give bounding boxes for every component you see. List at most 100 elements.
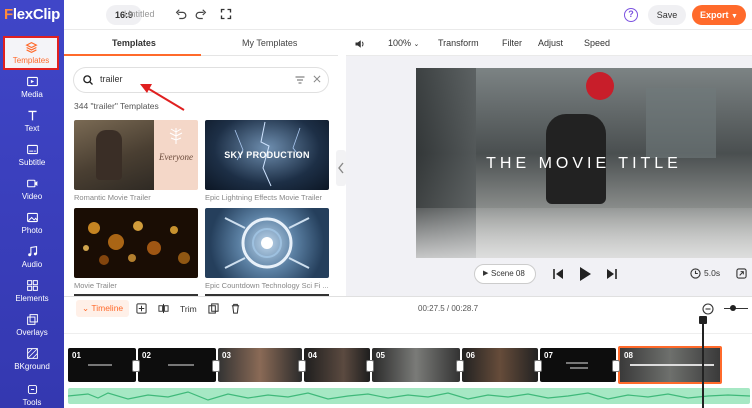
export-button[interactable]: Export ▼ — [692, 5, 746, 25]
duplicate-icon[interactable] — [208, 303, 219, 314]
filter-icon[interactable] — [294, 74, 306, 86]
sidebar-item-photo[interactable]: Photo — [0, 206, 64, 240]
transform-button[interactable]: Transform — [438, 38, 479, 48]
timeline-clip[interactable]: 02 — [138, 348, 216, 382]
transition-handle[interactable] — [298, 360, 306, 372]
sidebar-item-text[interactable]: Text — [0, 104, 64, 138]
top-bar: 16:9 Untitled ? Save Export ▼ — [64, 0, 752, 30]
help-icon[interactable]: ? — [624, 8, 638, 22]
zoom-slider-handle[interactable] — [730, 305, 736, 311]
clip-number: 06 — [466, 351, 475, 360]
transition-handle[interactable] — [132, 360, 140, 372]
timeline-toggle[interactable]: ⌄ Timeline — [76, 300, 130, 317]
sidebar-item-audio[interactable]: Audio — [0, 240, 64, 274]
movie-title-text[interactable]: THE MOVIE TITLE — [416, 155, 752, 173]
transition-handle[interactable] — [366, 360, 374, 372]
tab-my-templates[interactable]: My Templates — [242, 38, 297, 48]
audio-waveform — [68, 391, 750, 401]
template-thumb-countdown[interactable] — [205, 208, 329, 278]
sidebar-item-label: Elements — [15, 294, 49, 303]
red-balloon — [586, 72, 614, 100]
template-caption: Epic Lightning Effects Movie Trailer — [205, 193, 323, 202]
redo-icon[interactable] — [194, 8, 208, 22]
collapse-panel-handle[interactable] — [336, 150, 346, 186]
fullscreen-icon[interactable] — [220, 8, 232, 20]
template-thumb-romantic[interactable]: Everyone — [74, 120, 198, 190]
templates-panel: Templates My Templates trailer 344 "trai… — [64, 30, 338, 296]
template-caption: Romantic Movie Trailer — [74, 193, 151, 202]
leaf-icon — [166, 126, 186, 146]
clock-icon — [690, 268, 701, 279]
scene-selector-button[interactable]: ▶ Scene 08 — [474, 264, 536, 284]
sidebar-item-video[interactable]: Video — [0, 172, 64, 206]
timeline-clip[interactable]: 07 — [540, 348, 616, 382]
filter-button[interactable]: Filter — [502, 38, 522, 48]
transition-handle[interactable] — [612, 360, 620, 372]
zoom-select[interactable]: 100% ⌄ — [388, 38, 419, 48]
sidebar: FlexClip Templates Media Text Subtitle V… — [0, 0, 64, 408]
sidebar-item-media[interactable]: Media — [0, 70, 64, 104]
playhead-handle[interactable] — [699, 316, 707, 324]
sidebar-item-overlays[interactable]: Overlays — [0, 308, 64, 342]
sidebar-item-label: BKground — [14, 362, 50, 371]
timeline-clip[interactable]: 01 — [68, 348, 136, 382]
volume-icon[interactable] — [354, 38, 366, 50]
delete-icon[interactable] — [230, 303, 241, 314]
tab-templates[interactable]: Templates — [112, 38, 156, 48]
photo-icon — [26, 212, 38, 223]
split-icon[interactable] — [158, 303, 169, 314]
export-label: Export — [700, 10, 729, 20]
search-input[interactable]: trailer — [100, 74, 123, 84]
transition-handle[interactable] — [456, 360, 464, 372]
previous-icon[interactable] — [552, 268, 564, 280]
clip-number: 08 — [624, 351, 633, 360]
sidebar-item-tools[interactable]: Tools — [0, 378, 64, 408]
timeline-clip[interactable]: 04 — [304, 348, 370, 382]
zoom-value: 100% — [388, 38, 412, 48]
clip-title-line — [566, 362, 588, 364]
timeline-clip[interactable]: 05 — [372, 348, 460, 382]
elements-icon — [26, 280, 38, 291]
sidebar-item-label: Subtitle — [18, 158, 46, 167]
sidebar-item-subtitle[interactable]: Subtitle — [0, 138, 64, 172]
transition-handle[interactable] — [212, 360, 220, 372]
sidebar-item-templates[interactable]: Templates — [3, 36, 59, 70]
sidebar-item-elements[interactable]: Elements — [0, 274, 64, 308]
playhead[interactable] — [699, 316, 707, 408]
template-thumb-lightning[interactable]: SKY PRODUCTION — [205, 120, 329, 190]
save-button[interactable]: Save — [648, 5, 686, 25]
scene-window — [646, 88, 716, 158]
tools-icon — [27, 384, 37, 395]
timeline-clip-selected[interactable]: 08 — [618, 346, 722, 384]
timeline-clip[interactable]: 03 — [218, 348, 302, 382]
playback-time: 00:27.5 / 00:28.7 — [418, 304, 479, 313]
flexclip-logo[interactable]: FlexClip — [0, 6, 64, 28]
zoom-out-icon[interactable] — [702, 303, 714, 315]
expand-icon[interactable] — [736, 268, 747, 279]
zoom-slider[interactable] — [724, 308, 748, 309]
add-icon[interactable] — [136, 303, 147, 314]
sidebar-item-bkground[interactable]: BKground — [0, 342, 64, 376]
sidebar-item-label: Photo — [21, 226, 43, 235]
scene-duration[interactable]: 5.0s — [704, 268, 720, 278]
next-icon[interactable] — [606, 268, 618, 280]
bokeh-graphic — [83, 221, 190, 265]
speed-button[interactable]: Speed — [584, 38, 610, 48]
timeline-clip[interactable]: 06 — [462, 348, 538, 382]
template-thumb-movie[interactable] — [74, 208, 198, 278]
transition-handle[interactable] — [534, 360, 542, 372]
video-preview[interactable]: THE MOVIE TITLE — [416, 68, 752, 258]
adjust-button[interactable]: Adjust — [538, 38, 563, 48]
clip-number: 03 — [222, 351, 231, 360]
clear-icon[interactable] — [312, 74, 322, 84]
scene-floor — [416, 208, 752, 258]
search-bar[interactable]: trailer — [74, 68, 328, 92]
search-icon — [83, 75, 93, 85]
project-name[interactable]: Untitled — [124, 9, 155, 19]
trim-button[interactable]: Trim — [180, 304, 197, 314]
undo-icon[interactable] — [174, 8, 188, 22]
timeline-label: Timeline — [91, 303, 124, 313]
clip-title-line — [570, 367, 588, 369]
play-icon[interactable] — [578, 266, 592, 282]
audio-track[interactable] — [68, 388, 750, 404]
